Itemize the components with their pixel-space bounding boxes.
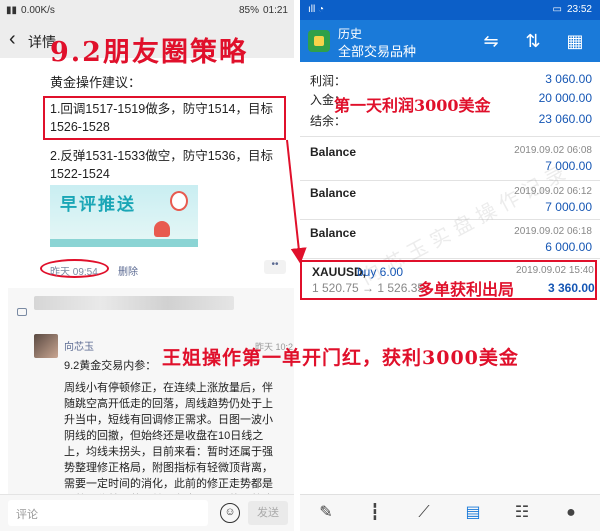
clock: 23:52	[566, 4, 592, 15]
post-banner-image[interactable]: 早评推送	[50, 185, 198, 247]
summary-value: 23 060.00	[538, 112, 592, 126]
more-button[interactable]: ••	[264, 260, 286, 274]
app-header: 历史 全部交易品种 ⇋ ⇅ ▦	[300, 20, 600, 62]
summary-value: 3 060.00	[545, 72, 592, 86]
trade-price: 1 520.75 → 1 526.35	[312, 281, 425, 295]
advice-line-1: 1.回调1517-1519做多，防守1514，目标1526-1528	[50, 102, 274, 134]
balance-label: Balance	[310, 226, 357, 240]
battery-level: 85%	[238, 5, 259, 16]
comment-author[interactable]: 向芯玉	[64, 338, 94, 353]
summary-label: 利润：	[310, 74, 347, 88]
status-bar: ıll ◔ ▭ 23:52	[300, 0, 600, 20]
summary-label: 结余：	[310, 114, 347, 128]
status-bar: ▮▮ 0.00K/s 85% 01:21	[0, 0, 294, 22]
comment-body: 周线小有停顿修正，在连续上涨放量后，伴随跳空高开低走的回落，周线趋势仍处于上升当…	[64, 382, 273, 506]
comment-icon	[17, 308, 27, 316]
clock: 01:21	[262, 5, 288, 16]
chart-icon[interactable]: ⟋	[412, 502, 436, 524]
app-logo-icon	[308, 30, 330, 52]
divider	[300, 136, 600, 137]
comment-title: 9.2黄金交易内参：	[64, 360, 157, 372]
trade-icon[interactable]: ✎	[314, 502, 338, 524]
sort-icon[interactable]: ⇋	[478, 29, 504, 53]
inbox-icon[interactable]: ▤	[461, 502, 485, 524]
net-speed: 0.00K/s	[21, 5, 55, 16]
battery-icon: ▭	[552, 4, 562, 15]
avatar[interactable]	[34, 334, 58, 358]
banner-text: 早评推送	[60, 195, 136, 214]
balance-time: 2019.09.02 06:08	[514, 145, 592, 156]
bird-icon	[170, 191, 188, 211]
balance-value: 6 000.00	[545, 240, 592, 254]
caption-overlay: 王姐操作第一单开门红，获利3000美金	[162, 347, 519, 369]
balance-label: Balance	[310, 145, 357, 159]
balance-value: 7 000.00	[545, 200, 592, 214]
arrows-updown-icon[interactable]: ⇅	[520, 29, 546, 53]
chevron-left-icon[interactable]: ‹	[9, 28, 16, 51]
signal-icon: ▮▮	[6, 5, 18, 16]
trade-time: 2019.09.02 15:40	[516, 265, 594, 276]
send-button[interactable]: 发送	[248, 501, 288, 525]
comment-input[interactable]: 评论	[8, 500, 208, 526]
mushroom-icon	[154, 221, 170, 237]
profit-overlay: 第一天利润3000美金	[334, 96, 491, 115]
banner-decoration	[50, 239, 198, 247]
emoji-icon[interactable]: ☺	[220, 503, 240, 523]
balance-time: 2019.09.02 06:18	[514, 226, 592, 237]
balance-label: Balance	[310, 186, 357, 200]
comment-bar: 评论 ☺ 发送	[0, 494, 294, 531]
advice-line-2: 2.反弹1531-1533做空，防守1536，目标1522-1524	[50, 149, 274, 181]
summary-profit: 利润： 3 060.00	[310, 72, 592, 89]
blurred-likes	[34, 296, 234, 310]
bottom-navigation: ✎ ┇ ⟋ ▤ ☷ ●	[300, 494, 600, 531]
page-title: 历史	[338, 27, 363, 41]
trade-profit: 3 360.00	[548, 281, 595, 295]
wechat-moments-panel: ▮▮ 0.00K/s 85% 01:21 ‹ 详情 黄金操作建议： 1.回调15…	[0, 0, 294, 531]
news-icon[interactable]: ☷	[510, 502, 534, 524]
trade-direction: buy 6.00	[357, 265, 404, 279]
divider	[300, 258, 600, 259]
signal-icon: ıll ◔	[308, 4, 325, 15]
post-time: 昨天 09:54	[50, 267, 98, 278]
trade-overlay: 多单获利出局	[418, 280, 515, 299]
symbol-filter[interactable]: 全部交易品种	[338, 41, 416, 60]
calendar-icon[interactable]: ▦	[562, 29, 588, 53]
post-heading: 黄金操作建议：	[50, 75, 142, 90]
summary-value: 20 000.00	[538, 91, 592, 105]
chat-icon[interactable]: ●	[559, 502, 583, 524]
delete-link[interactable]: 删除	[118, 263, 138, 278]
candles-icon[interactable]: ┇	[363, 502, 387, 524]
overlay-title: 9.2朋友圈策略	[50, 37, 248, 68]
